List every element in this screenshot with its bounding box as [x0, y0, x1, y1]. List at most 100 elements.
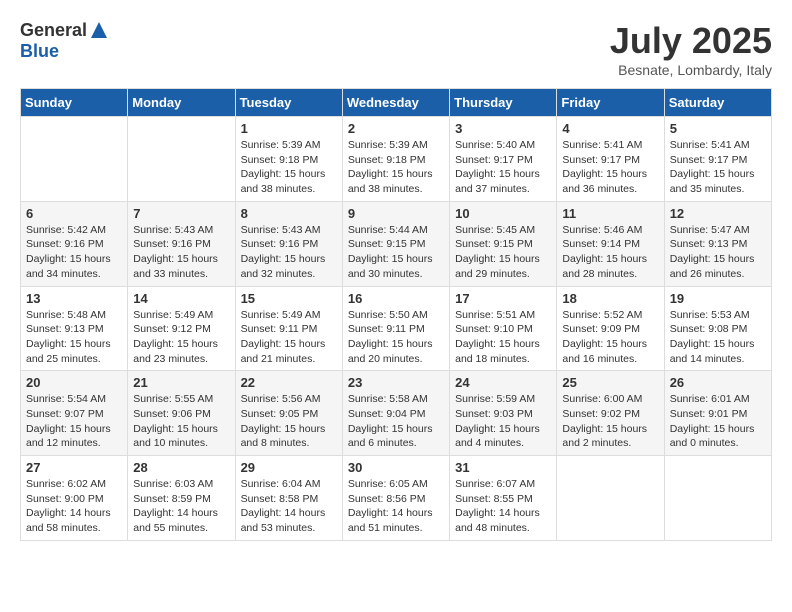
day-number: 22: [241, 375, 337, 390]
calendar-day-cell: 19Sunrise: 5:53 AM Sunset: 9:08 PM Dayli…: [664, 286, 771, 371]
location-subtitle: Besnate, Lombardy, Italy: [610, 62, 772, 78]
day-number: 4: [562, 121, 658, 136]
day-number: 23: [348, 375, 444, 390]
calendar-week-row: 1Sunrise: 5:39 AM Sunset: 9:18 PM Daylig…: [21, 117, 772, 202]
day-info: Sunrise: 5:46 AM Sunset: 9:14 PM Dayligh…: [562, 223, 658, 282]
day-number: 25: [562, 375, 658, 390]
calendar-day-cell: 24 Sunrise: 5:59 AM Sunset: 9:03 PM Dayli…: [450, 371, 557, 456]
calendar-day-cell: [21, 117, 128, 202]
day-number: 16: [348, 291, 444, 306]
day-info: Sunrise: 6:00 AM Sunset: 9:02 PM Dayligh…: [562, 392, 658, 451]
day-info: Sunrise: 5:43 AM Sunset: 9:16 PM Dayligh…: [241, 223, 337, 282]
calendar-day-cell: 18 Sunrise: 5:52 AM Sunset: 9:09 PM Dayli…: [557, 286, 664, 371]
header-day-saturday: Saturday: [664, 89, 771, 117]
calendar-table: SundayMondayTuesdayWednesdayThursdayFrid…: [20, 88, 772, 541]
day-number: 19: [670, 291, 766, 306]
day-info: Sunrise: 5:47 AM Sunset: 9:13 PM Dayligh…: [670, 223, 766, 282]
day-info: Sunrise: 6:05 AM Sunset: 8:56 PM Dayligh…: [348, 477, 444, 536]
day-number: 28: [133, 460, 229, 475]
page-header: General Blue July 2025 Besnate, Lombardy…: [20, 20, 772, 78]
day-number: 3: [455, 121, 551, 136]
day-info: Sunrise: 6:02 AM Sunset: 9:00 PM Dayligh…: [26, 477, 122, 536]
logo-general: General: [20, 20, 87, 41]
calendar-day-cell: 31Sunrise: 6:07 AM Sunset: 8:55 PM Dayli…: [450, 456, 557, 541]
calendar-day-cell: 21Sunrise: 5:55 AM Sunset: 9:06 PM Dayli…: [128, 371, 235, 456]
title-block: July 2025 Besnate, Lombardy, Italy: [610, 20, 772, 78]
calendar-day-cell: [128, 117, 235, 202]
header-day-tuesday: Tuesday: [235, 89, 342, 117]
day-number: 18: [562, 291, 658, 306]
day-info: Sunrise: 5:40 AM Sunset: 9:17 PM Dayligh…: [455, 138, 551, 197]
logo-triangle-icon: [89, 20, 109, 40]
day-number: 29: [241, 460, 337, 475]
day-number: 17: [455, 291, 551, 306]
calendar-day-cell: 26Sunrise: 6:01 AM Sunset: 9:01 PM Dayli…: [664, 371, 771, 456]
calendar-day-cell: 8 Sunrise: 5:43 AM Sunset: 9:16 PM Daylig…: [235, 201, 342, 286]
day-info: Sunrise: 5:52 AM Sunset: 9:09 PM Dayligh…: [562, 308, 658, 367]
calendar-day-cell: 5 Sunrise: 5:41 AM Sunset: 9:17 PM Daylig…: [664, 117, 771, 202]
day-info: Sunrise: 5:39 AM Sunset: 9:18 PM Dayligh…: [348, 138, 444, 197]
day-info: Sunrise: 5:39 AM Sunset: 9:18 PM Dayligh…: [241, 138, 337, 197]
header-day-sunday: Sunday: [21, 89, 128, 117]
calendar-day-cell: 13 Sunrise: 5:48 AM Sunset: 9:13 PM Dayli…: [21, 286, 128, 371]
calendar-day-cell: 20 Sunrise: 5:54 AM Sunset: 9:07 PM Dayli…: [21, 371, 128, 456]
day-info: Sunrise: 5:43 AM Sunset: 9:16 PM Dayligh…: [133, 223, 229, 282]
logo: General Blue: [20, 20, 109, 62]
day-info: Sunrise: 6:01 AM Sunset: 9:01 PM Dayligh…: [670, 392, 766, 451]
header-day-wednesday: Wednesday: [342, 89, 449, 117]
day-info: Sunrise: 5:59 AM Sunset: 9:03 PM Dayligh…: [455, 392, 551, 451]
day-info: Sunrise: 5:41 AM Sunset: 9:17 PM Dayligh…: [562, 138, 658, 197]
day-number: 30: [348, 460, 444, 475]
day-number: 27: [26, 460, 122, 475]
day-info: Sunrise: 5:54 AM Sunset: 9:07 PM Dayligh…: [26, 392, 122, 451]
day-number: 13: [26, 291, 122, 306]
logo-blue: Blue: [20, 41, 59, 61]
calendar-day-cell: 17 Sunrise: 5:51 AM Sunset: 9:10 PM Dayli…: [450, 286, 557, 371]
calendar-day-cell: 4 Sunrise: 5:41 AM Sunset: 9:17 PM Daylig…: [557, 117, 664, 202]
calendar-day-cell: 22 Sunrise: 5:56 AM Sunset: 9:05 PM Dayli…: [235, 371, 342, 456]
day-info: Sunrise: 6:07 AM Sunset: 8:55 PM Dayligh…: [455, 477, 551, 536]
day-number: 6: [26, 206, 122, 221]
day-number: 5: [670, 121, 766, 136]
day-number: 9: [348, 206, 444, 221]
calendar-day-cell: 3 Sunrise: 5:40 AM Sunset: 9:17 PM Daylig…: [450, 117, 557, 202]
day-number: 15: [241, 291, 337, 306]
day-info: Sunrise: 5:51 AM Sunset: 9:10 PM Dayligh…: [455, 308, 551, 367]
day-info: Sunrise: 5:55 AM Sunset: 9:06 PM Dayligh…: [133, 392, 229, 451]
calendar-day-cell: 25 Sunrise: 6:00 AM Sunset: 9:02 PM Dayli…: [557, 371, 664, 456]
day-info: Sunrise: 5:44 AM Sunset: 9:15 PM Dayligh…: [348, 223, 444, 282]
day-number: 8: [241, 206, 337, 221]
day-info: Sunrise: 5:50 AM Sunset: 9:11 PM Dayligh…: [348, 308, 444, 367]
calendar-week-row: 6 Sunrise: 5:42 AM Sunset: 9:16 PM Daylig…: [21, 201, 772, 286]
calendar-week-row: 20 Sunrise: 5:54 AM Sunset: 9:07 PM Dayli…: [21, 371, 772, 456]
day-info: Sunrise: 5:42 AM Sunset: 9:16 PM Dayligh…: [26, 223, 122, 282]
header-day-monday: Monday: [128, 89, 235, 117]
day-info: Sunrise: 6:03 AM Sunset: 8:59 PM Dayligh…: [133, 477, 229, 536]
calendar-header-row: SundayMondayTuesdayWednesdayThursdayFrid…: [21, 89, 772, 117]
day-info: Sunrise: 5:49 AM Sunset: 9:11 PM Dayligh…: [241, 308, 337, 367]
calendar-week-row: 13 Sunrise: 5:48 AM Sunset: 9:13 PM Dayli…: [21, 286, 772, 371]
day-info: Sunrise: 6:04 AM Sunset: 8:58 PM Dayligh…: [241, 477, 337, 536]
day-number: 24: [455, 375, 551, 390]
day-number: 10: [455, 206, 551, 221]
day-number: 20: [26, 375, 122, 390]
calendar-day-cell: 9 Sunrise: 5:44 AM Sunset: 9:15 PM Daylig…: [342, 201, 449, 286]
calendar-day-cell: 2Sunrise: 5:39 AM Sunset: 9:18 PM Daylig…: [342, 117, 449, 202]
calendar-day-cell: 30 Sunrise: 6:05 AM Sunset: 8:56 PM Dayli…: [342, 456, 449, 541]
day-number: 12: [670, 206, 766, 221]
calendar-day-cell: 11 Sunrise: 5:46 AM Sunset: 9:14 PM Dayli…: [557, 201, 664, 286]
header-day-friday: Friday: [557, 89, 664, 117]
calendar-day-cell: 10Sunrise: 5:45 AM Sunset: 9:15 PM Dayli…: [450, 201, 557, 286]
day-info: Sunrise: 5:48 AM Sunset: 9:13 PM Dayligh…: [26, 308, 122, 367]
calendar-day-cell: 16 Sunrise: 5:50 AM Sunset: 9:11 PM Dayli…: [342, 286, 449, 371]
day-number: 11: [562, 206, 658, 221]
calendar-day-cell: 12 Sunrise: 5:47 AM Sunset: 9:13 PM Dayli…: [664, 201, 771, 286]
calendar-day-cell: 6 Sunrise: 5:42 AM Sunset: 9:16 PM Daylig…: [21, 201, 128, 286]
day-number: 7: [133, 206, 229, 221]
day-info: Sunrise: 5:58 AM Sunset: 9:04 PM Dayligh…: [348, 392, 444, 451]
calendar-day-cell: 15 Sunrise: 5:49 AM Sunset: 9:11 PM Dayli…: [235, 286, 342, 371]
day-info: Sunrise: 5:56 AM Sunset: 9:05 PM Dayligh…: [241, 392, 337, 451]
day-info: Sunrise: 5:41 AM Sunset: 9:17 PM Dayligh…: [670, 138, 766, 197]
calendar-day-cell: 28 Sunrise: 6:03 AM Sunset: 8:59 PM Dayli…: [128, 456, 235, 541]
calendar-day-cell: 1Sunrise: 5:39 AM Sunset: 9:18 PM Daylig…: [235, 117, 342, 202]
